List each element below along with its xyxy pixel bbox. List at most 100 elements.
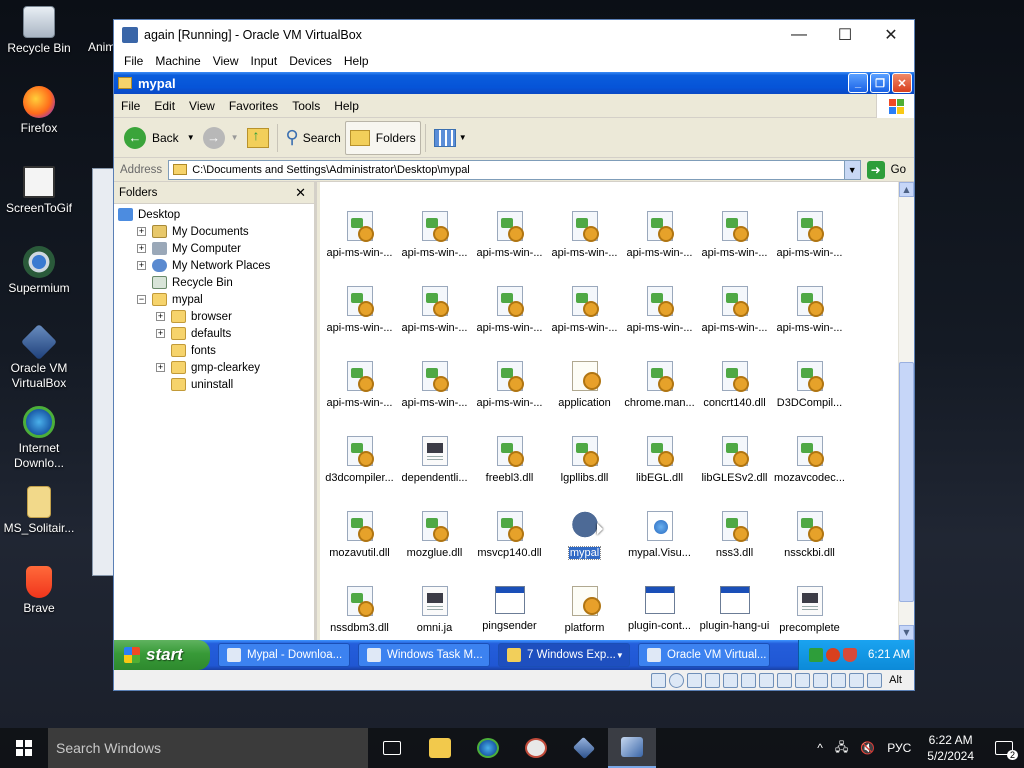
file-item[interactable]: api-ms-win-... [472,286,547,334]
network-icon[interactable]: 🖧 [829,738,854,759]
file-item[interactable]: api-ms-win-... [322,211,397,259]
file-item[interactable]: freebl3.dll [472,436,547,484]
file-item[interactable]: mypal [547,511,622,560]
xp-restore-button[interactable]: ❐ [870,73,890,93]
vertical-scrollbar[interactable]: ▲ ▼ [898,182,914,640]
cpu-icon[interactable] [813,672,829,688]
xp-menu-view[interactable]: View [182,99,222,113]
file-item[interactable]: mypal.Visu... [622,511,697,559]
windows-start-button[interactable] [0,728,48,768]
desktop-icon-internet-download[interactable]: Internet Downlo... [0,406,78,471]
close-icon[interactable]: ✕ [295,185,306,201]
search-button[interactable]: ⚲ Search [282,121,345,155]
folders-button[interactable]: Folders [344,120,421,155]
tree-item[interactable]: Recycle Bin [114,274,314,291]
xp-task-explorer-group[interactable]: 7 Windows Exp... ▼ [498,643,630,667]
virtualbox-titlebar[interactable]: again [Running] - Oracle VM VirtualBox —… [114,20,914,50]
file-item[interactable]: api-ms-win-... [772,286,847,334]
expand-toggle-icon[interactable]: + [156,312,165,321]
menu-machine[interactable]: Machine [149,54,206,68]
file-item[interactable]: api-ms-win-... [397,211,472,259]
tree-item[interactable]: + My Documents [114,223,314,240]
tree-item[interactable]: fonts [114,342,314,359]
xp-task-virtualbox[interactable]: Oracle VM Virtual... [638,643,770,667]
file-item[interactable]: D3DCompil... [772,361,847,409]
taskbar-file-explorer[interactable] [416,728,464,768]
back-button[interactable]: ← Back ▼ [120,121,199,155]
file-item[interactable]: mozavcodec... [772,436,847,484]
taskbar-virtualbox[interactable] [560,728,608,768]
desktop-icon-supermium[interactable]: Supermium [0,246,78,296]
file-item[interactable]: api-ms-win-... [547,286,622,334]
chevron-up-icon[interactable]: ^ [811,741,829,755]
expand-toggle-icon[interactable]: + [137,227,146,236]
file-item[interactable]: d3dcompiler... [322,436,397,484]
shield-icon[interactable] [843,648,857,662]
file-item[interactable]: mozglue.dll [397,511,472,559]
xp-menu-help[interactable]: Help [327,99,366,113]
network-icon[interactable] [809,648,823,662]
forward-button[interactable]: → ▼ [199,121,243,155]
file-item[interactable]: lgpllibs.dll [547,436,622,484]
file-item[interactable]: dependentli... [397,436,472,484]
taskbar-clock-app[interactable] [512,728,560,768]
scroll-down-button[interactable]: ▼ [899,625,914,640]
file-item[interactable]: concrt140.dll [697,361,772,409]
audio-icon[interactable] [687,672,703,688]
desktop-icon-ms-solitaire[interactable]: MS_Solitair... [0,486,78,536]
tree-item[interactable]: − mypal [114,291,314,308]
speaker-mute-icon[interactable]: 🔇 [854,741,881,755]
network-adapter-icon[interactable] [741,672,757,688]
file-item[interactable]: libEGL.dll [622,436,697,484]
xp-menu-tools[interactable]: Tools [285,99,327,113]
pencil-icon[interactable] [759,672,775,688]
desktop-icon-virtualbox[interactable]: Oracle VM VirtualBox [0,323,78,391]
file-item[interactable] [547,182,622,184]
file-item[interactable]: api-ms-win-... [472,211,547,259]
xp-start-button[interactable]: start [114,640,210,670]
file-item[interactable]: precomplete [772,586,847,634]
display-icon[interactable] [777,672,793,688]
file-item[interactable]: chrome.man... [622,361,697,409]
mouse-integration-icon[interactable] [831,672,847,688]
close-button[interactable]: ✕ [868,20,914,50]
hard-disk-icon[interactable] [651,672,667,688]
xp-menu-edit[interactable]: Edit [147,99,182,113]
file-item[interactable] [622,182,697,184]
file-item[interactable]: plugin-hang-ui [697,586,772,632]
file-item[interactable]: pingsender [472,586,547,632]
tree-item[interactable]: + gmp-clearkey [114,359,314,376]
file-item[interactable]: mozavutil.dll [322,511,397,559]
expand-toggle-icon[interactable]: + [137,244,146,253]
address-input[interactable]: C:\Documents and Settings\Administrator\… [168,159,861,180]
task-view-button[interactable] [368,728,416,768]
desktop-icon-screentogif[interactable]: ScreenToGif [0,166,78,216]
arrow-icon[interactable] [849,672,865,688]
file-item[interactable] [772,182,847,184]
xp-task-task-manager[interactable]: Windows Task M... [358,643,490,667]
file-item[interactable]: api-ms-win-... [622,286,697,334]
up-folder-button[interactable]: ↑ [243,121,273,155]
menu-devices[interactable]: Devices [283,54,338,68]
taskbar-clock[interactable]: 6:22 AM 5/2/2024 [917,732,984,764]
optical-drive-icon[interactable] [669,672,685,688]
scroll-up-button[interactable]: ▲ [899,182,914,197]
file-item[interactable]: api-ms-win-... [472,361,547,409]
file-item[interactable]: api-ms-win-... [397,286,472,334]
tree-item[interactable]: + My Computer [114,240,314,257]
scrollbar-thumb[interactable] [899,362,914,602]
file-item[interactable] [322,182,397,184]
tree-item[interactable]: + defaults [114,325,314,342]
action-center-button[interactable]: 2 [984,728,1024,768]
file-item[interactable]: plugin-cont... [622,586,697,632]
input-language[interactable]: РУС [881,741,917,755]
file-item[interactable]: platform [547,586,622,634]
file-item[interactable]: api-ms-win-... [322,361,397,409]
file-item[interactable]: api-ms-win-... [322,286,397,334]
file-item[interactable] [472,182,547,184]
xp-menu-file[interactable]: File [114,99,147,113]
file-item[interactable]: api-ms-win-... [772,211,847,259]
tree-item[interactable]: Desktop [114,206,314,223]
file-item[interactable]: api-ms-win-... [697,286,772,334]
file-item[interactable]: api-ms-win-... [622,211,697,259]
